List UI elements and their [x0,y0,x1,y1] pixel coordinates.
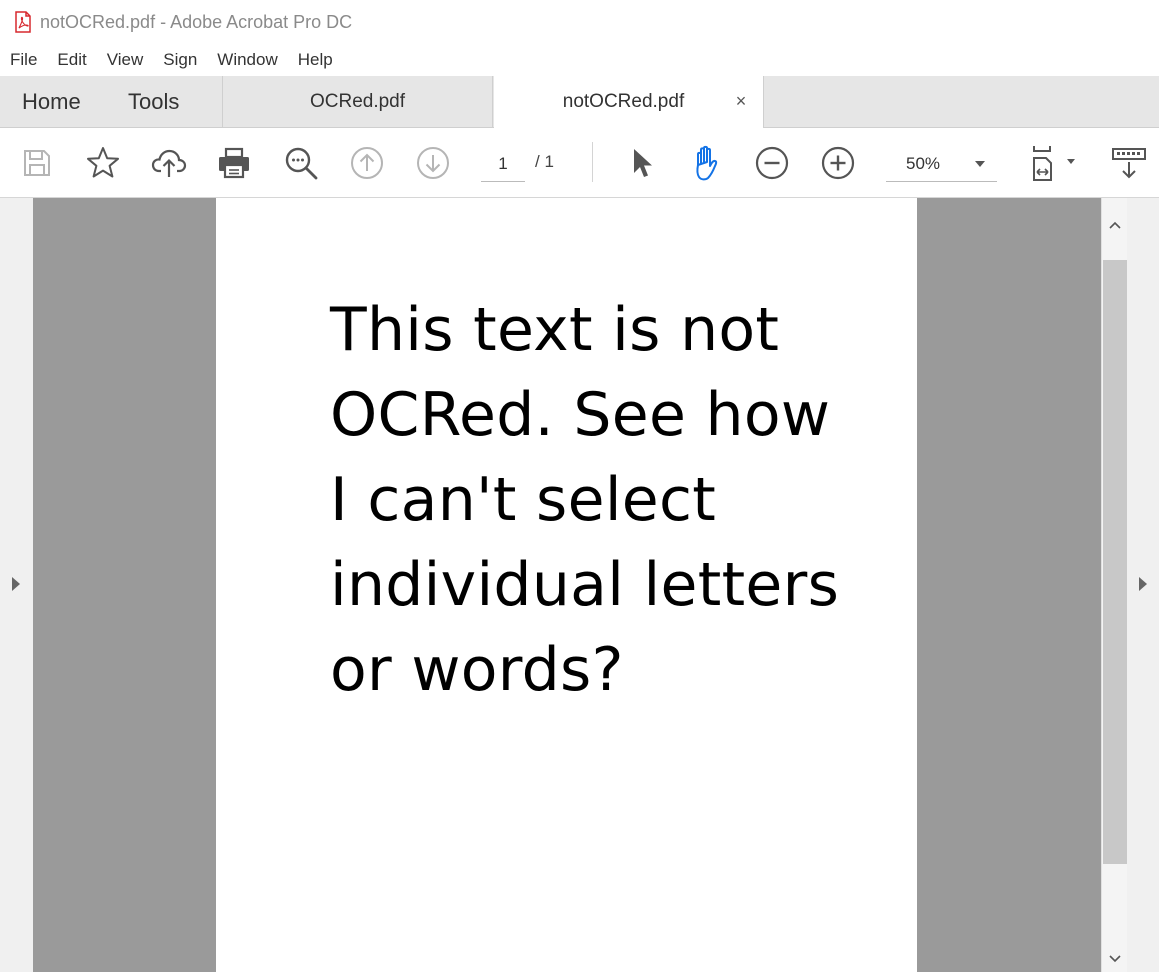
tab-bar: Home Tools OCRed.pdf notOCRed.pdf × [0,76,1159,128]
zoom-out-icon [755,146,789,180]
chevron-down-icon [975,160,985,167]
save-icon [24,150,50,176]
print-icon [219,147,249,179]
zoom-in-button[interactable] [816,141,860,185]
scroll-mode-icon [1112,148,1146,179]
expand-right-panel-icon[interactable] [1136,574,1150,594]
page-text-image: This text is not OCRed. See how I can't … [330,288,890,713]
upload-button[interactable] [147,141,191,185]
bookmark-button[interactable] [81,141,125,185]
menu-window[interactable]: Window [207,44,287,76]
menu-sign[interactable]: Sign [153,44,207,76]
page-fit-button[interactable] [1024,141,1080,185]
select-tool-button[interactable] [620,141,664,185]
pdf-page[interactable]: This text is not OCRed. See how I can't … [216,198,917,972]
scroll-down-icon[interactable] [1102,946,1128,972]
menu-view[interactable]: View [97,44,154,76]
menu-bar: File Edit View Sign Window Help [0,44,1159,76]
page-text-line: OCRed. See how [330,380,831,450]
zoom-in-icon [821,146,855,180]
close-icon[interactable]: × [732,90,750,112]
expand-left-panel-icon[interactable] [9,574,23,594]
menu-file[interactable]: File [0,44,47,76]
page-text-line: or words? [330,635,624,705]
scroll-up-icon[interactable] [1102,212,1128,238]
vertical-scrollbar[interactable] [1101,198,1127,972]
menu-edit[interactable]: Edit [47,44,96,76]
menu-help[interactable]: Help [288,44,343,76]
page-total: / 1 [535,152,554,171]
tab-tools[interactable]: Tools [128,76,179,127]
toolbar-divider [592,142,593,182]
select-arrow-icon [634,149,652,177]
next-page-button[interactable] [411,141,455,185]
title-bar: notOCRed.pdf - Adobe Acrobat Pro DC [0,0,1159,44]
page-text-line: This text is not [330,295,780,365]
scrollbar-thumb[interactable] [1103,260,1127,864]
tab-document-notocred[interactable]: notOCRed.pdf × [494,76,764,128]
tab-home[interactable]: Home [22,76,81,127]
cloud-upload-icon [151,149,187,177]
page-text-line: individual letters [330,550,840,620]
search-icon [285,147,318,180]
tab-label: notOCRed.pdf [562,91,685,112]
print-button[interactable] [212,141,256,185]
zoom-select[interactable]: 50% [886,146,997,182]
left-panel-rail[interactable] [0,198,33,972]
save-button[interactable] [15,141,59,185]
document-viewer[interactable]: This text is not OCRed. See how I can't … [33,198,1101,972]
scroll-mode-button[interactable] [1106,141,1152,185]
page-up-icon [351,147,383,179]
page-fit-icon [1033,146,1075,181]
zoom-value: 50% [906,153,941,173]
page-number-input[interactable] [481,146,525,182]
page-text-line: I can't select [330,465,717,535]
right-panel-rail[interactable] [1127,198,1159,972]
zoom-out-button[interactable] [750,141,794,185]
page-down-icon [417,147,449,179]
star-icon [87,147,119,178]
hand-tool-button[interactable] [685,141,729,185]
find-button[interactable] [279,141,323,185]
document-area: This text is not OCRed. See how I can't … [0,198,1159,972]
window-title: notOCRed.pdf - Adobe Acrobat Pro DC [40,11,353,32]
tab-label: OCRed.pdf [309,90,406,112]
toolbar: / 1 50% [0,128,1159,198]
tab-document-ocred[interactable]: OCRed.pdf [223,76,493,127]
pdf-icon [13,11,33,33]
hand-icon [696,145,718,181]
previous-page-button[interactable] [345,141,389,185]
